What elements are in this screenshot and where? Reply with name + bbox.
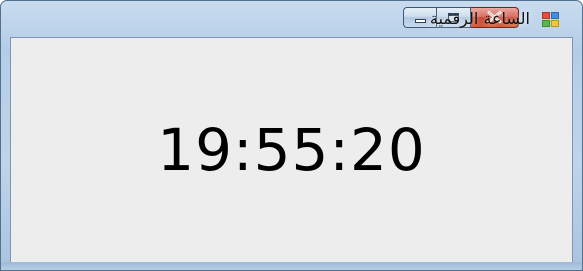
window-bottom-border[interactable] xyxy=(1,262,582,270)
window-title: الساعة الرقمية xyxy=(429,9,530,28)
client-area: 19:55:20 xyxy=(10,37,573,263)
clock-window: الساعة الرقمية 19:55:20 xyxy=(0,0,583,271)
app-window-icon[interactable] xyxy=(542,12,560,28)
clock-display: 19:55:20 xyxy=(157,116,426,184)
title-bar[interactable]: الساعة الرقمية xyxy=(1,1,582,37)
minimize-icon xyxy=(415,19,426,23)
